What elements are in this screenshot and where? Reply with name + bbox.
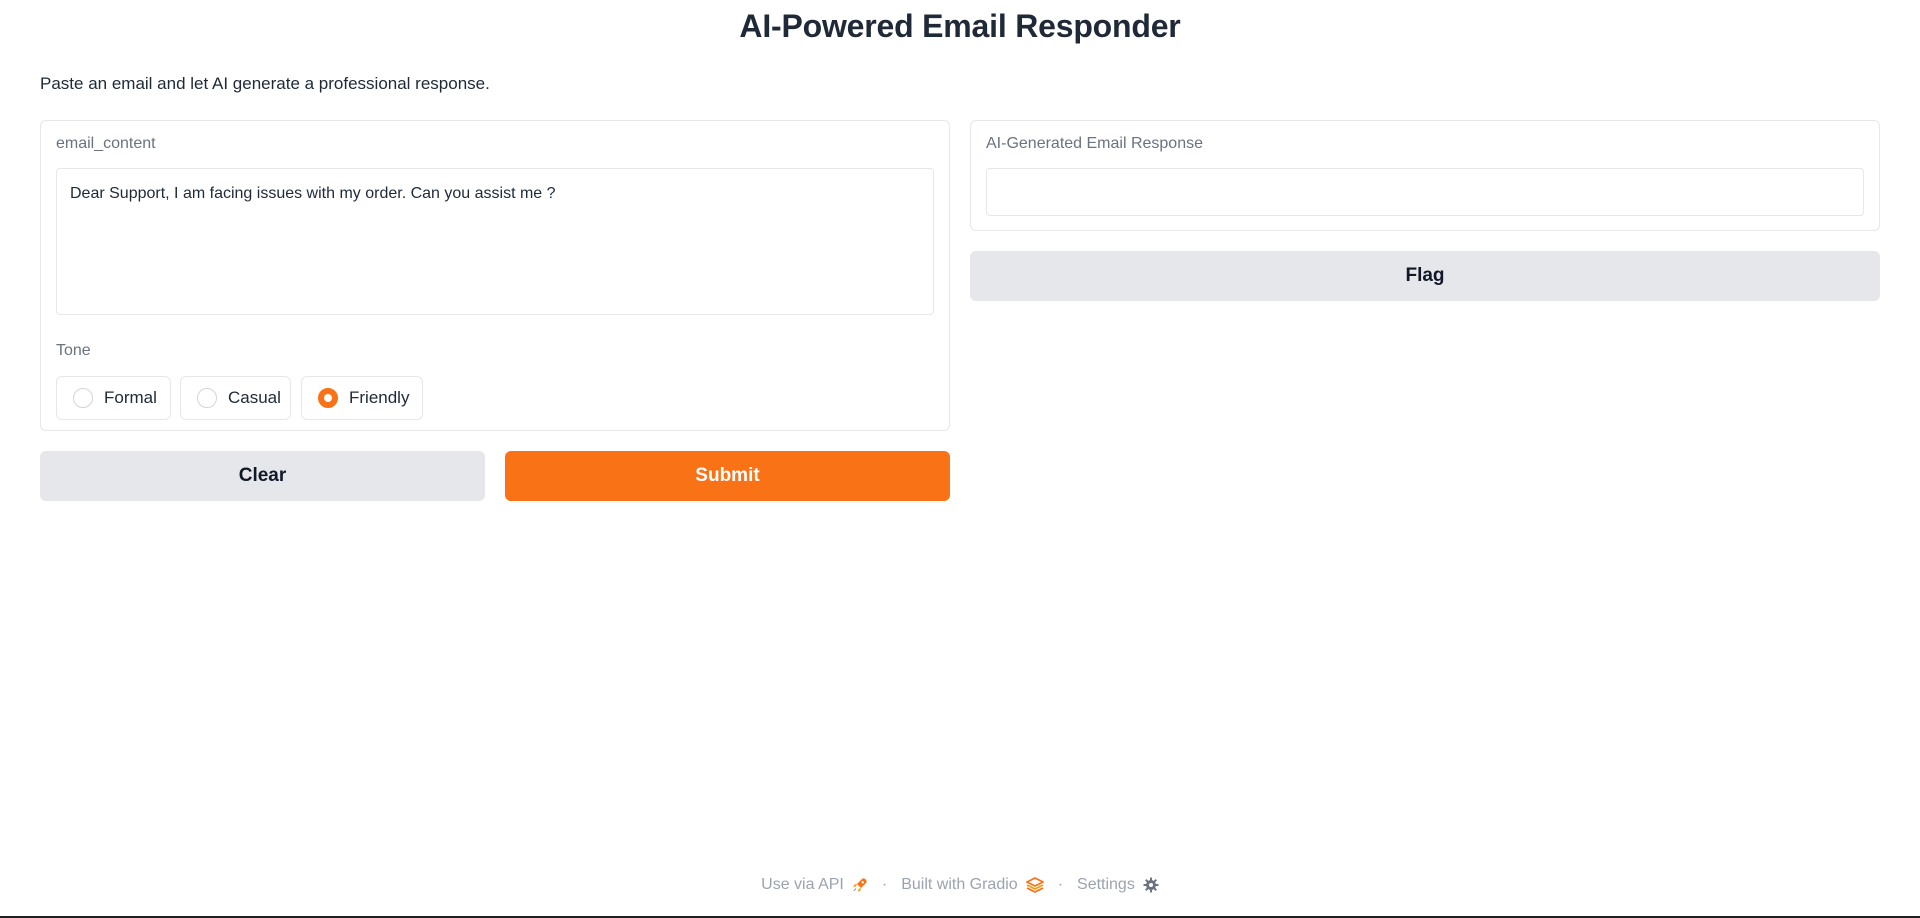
tone-option-friendly[interactable]: Friendly: [301, 376, 423, 420]
tone-option-formal[interactable]: Formal: [56, 376, 171, 420]
clear-button[interactable]: Clear: [40, 451, 485, 501]
radio-unchecked-icon: [73, 388, 93, 408]
submit-button[interactable]: Submit: [505, 451, 950, 501]
footer-separator: ·: [1057, 876, 1064, 893]
app-page: AI-Powered Email Responder Paste an emai…: [0, 0, 1920, 918]
tone-option-label: Friendly: [349, 388, 410, 407]
tone-label: Tone: [56, 342, 91, 359]
gradio-logo-icon: [1025, 877, 1044, 893]
built-with-gradio-label: Built with Gradio: [901, 876, 1018, 893]
email-content-textarea[interactable]: Dear Support, I am facing issues with my…: [56, 168, 934, 315]
gear-icon: [1143, 877, 1159, 893]
radio-unchecked-icon: [197, 388, 217, 408]
input-panel: email_content Dear Support, I am facing …: [40, 120, 950, 431]
output-panel: AI-Generated Email Response: [970, 120, 1880, 231]
output-label: AI-Generated Email Response: [986, 135, 1203, 152]
settings-link[interactable]: Settings: [1077, 876, 1159, 894]
page-title: AI-Powered Email Responder: [739, 8, 1181, 44]
use-via-api-label: Use via API: [761, 876, 844, 893]
email-content-label: email_content: [56, 135, 156, 152]
flag-button[interactable]: Flag: [970, 251, 1880, 301]
tone-option-label: Casual: [228, 388, 281, 407]
built-with-gradio-link[interactable]: Built with Gradio: [901, 876, 1044, 894]
settings-label: Settings: [1077, 876, 1135, 893]
radio-checked-icon: [318, 388, 338, 408]
tone-option-label: Formal: [104, 388, 157, 407]
use-via-api-link[interactable]: Use via API: [761, 876, 868, 894]
page-description: Paste an email and let AI generate a pro…: [40, 74, 490, 93]
tone-option-casual[interactable]: Casual: [180, 376, 291, 420]
footer: Use via API · Built with Gradio · Settin…: [0, 873, 1920, 897]
rocket-icon: [852, 877, 868, 893]
footer-separator: ·: [881, 876, 888, 893]
output-textbox[interactable]: [986, 168, 1864, 216]
